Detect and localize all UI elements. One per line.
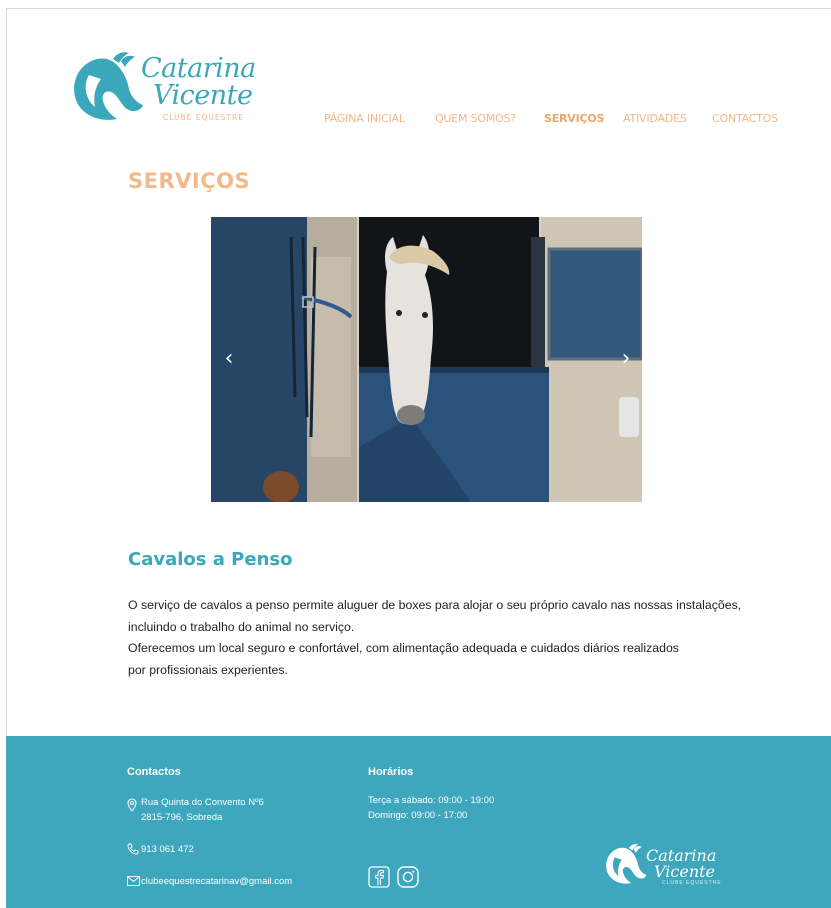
service-text-line: O serviço de cavalos a penso permite alu… [128,598,742,612]
horse-stable-photo [211,217,642,502]
page-title: SERVIÇOS [128,169,251,193]
phone-icon [127,843,139,855]
service-title: Cavalos a Penso [128,549,293,570]
nav-item-pagina-inicial[interactable]: PÁGINA INICIAL [324,112,405,125]
main-nav: PÁGINA INICIAL QUEM SOMOS? SERVIÇOS ATIV… [7,112,831,130]
carousel-next-button[interactable]: › [612,345,640,373]
service-text-line: por profissionais experientes. [128,662,288,677]
nav-item-contactos[interactable]: CONTACTOS [712,112,778,125]
nav-item-servicos[interactable]: SERVIÇOS [544,112,604,125]
hours-sunday: Domingo: 09:00 - 17:00 [368,810,468,821]
nav-item-atividades[interactable]: ATIVIDADES [623,112,687,125]
brand-name-line2: Vicente [153,80,253,111]
location-pin-icon [127,798,137,812]
address-line1: Rua Quinta do Convento Nº6 [141,797,264,808]
footer-email[interactable]: clubeequestrecatarinav@gmail.com [141,874,292,889]
service-description: O serviço de cavalos a penso permite alu… [128,595,788,681]
site-footer: Contactos Rua Quinta do Convento Nº6 281… [6,736,831,908]
chevron-right-icon: › [621,346,631,371]
instagram-icon[interactable] [397,866,419,888]
hours-heading: Horários [368,766,414,778]
nav-item-quem-somos[interactable]: QUEM SOMOS? [435,112,516,125]
footer-brand-subtitle: CLUBE EQUESTRE [662,880,722,886]
chevron-left-icon: ‹ [224,346,234,371]
carousel-prev-button[interactable]: ‹ [215,345,243,373]
contacts-heading: Contactos [127,766,181,778]
footer-hours: Terça a sábado: 09:00 - 19:00 Domingo: 0… [368,793,494,823]
mail-icon [127,876,140,886]
footer-logo[interactable]: Catarina Vicente CLUBE EQUESTRE [602,842,732,892]
horse-logo-icon [606,844,647,884]
footer-brand-line2: Vicente [654,862,716,881]
facebook-icon[interactable] [368,866,390,888]
footer-brand-name: Catarina Vicente [646,848,716,880]
hours-weekdays: Terça a sábado: 09:00 - 19:00 [368,795,495,806]
footer-address: Rua Quinta do Convento Nº6 2815-796, Sob… [141,795,264,825]
image-carousel[interactable]: ‹ › [211,217,642,502]
service-text-line: Oferecemos um local seguro e confortável… [128,641,679,655]
brand-name: Catarina Vicente [141,55,256,109]
footer-phone[interactable]: 913 061 472 [141,842,194,857]
address-line2: 2815-796, Sobreda [141,812,223,823]
service-text-line: incluindo o trabalho do animal no serviç… [128,619,355,634]
